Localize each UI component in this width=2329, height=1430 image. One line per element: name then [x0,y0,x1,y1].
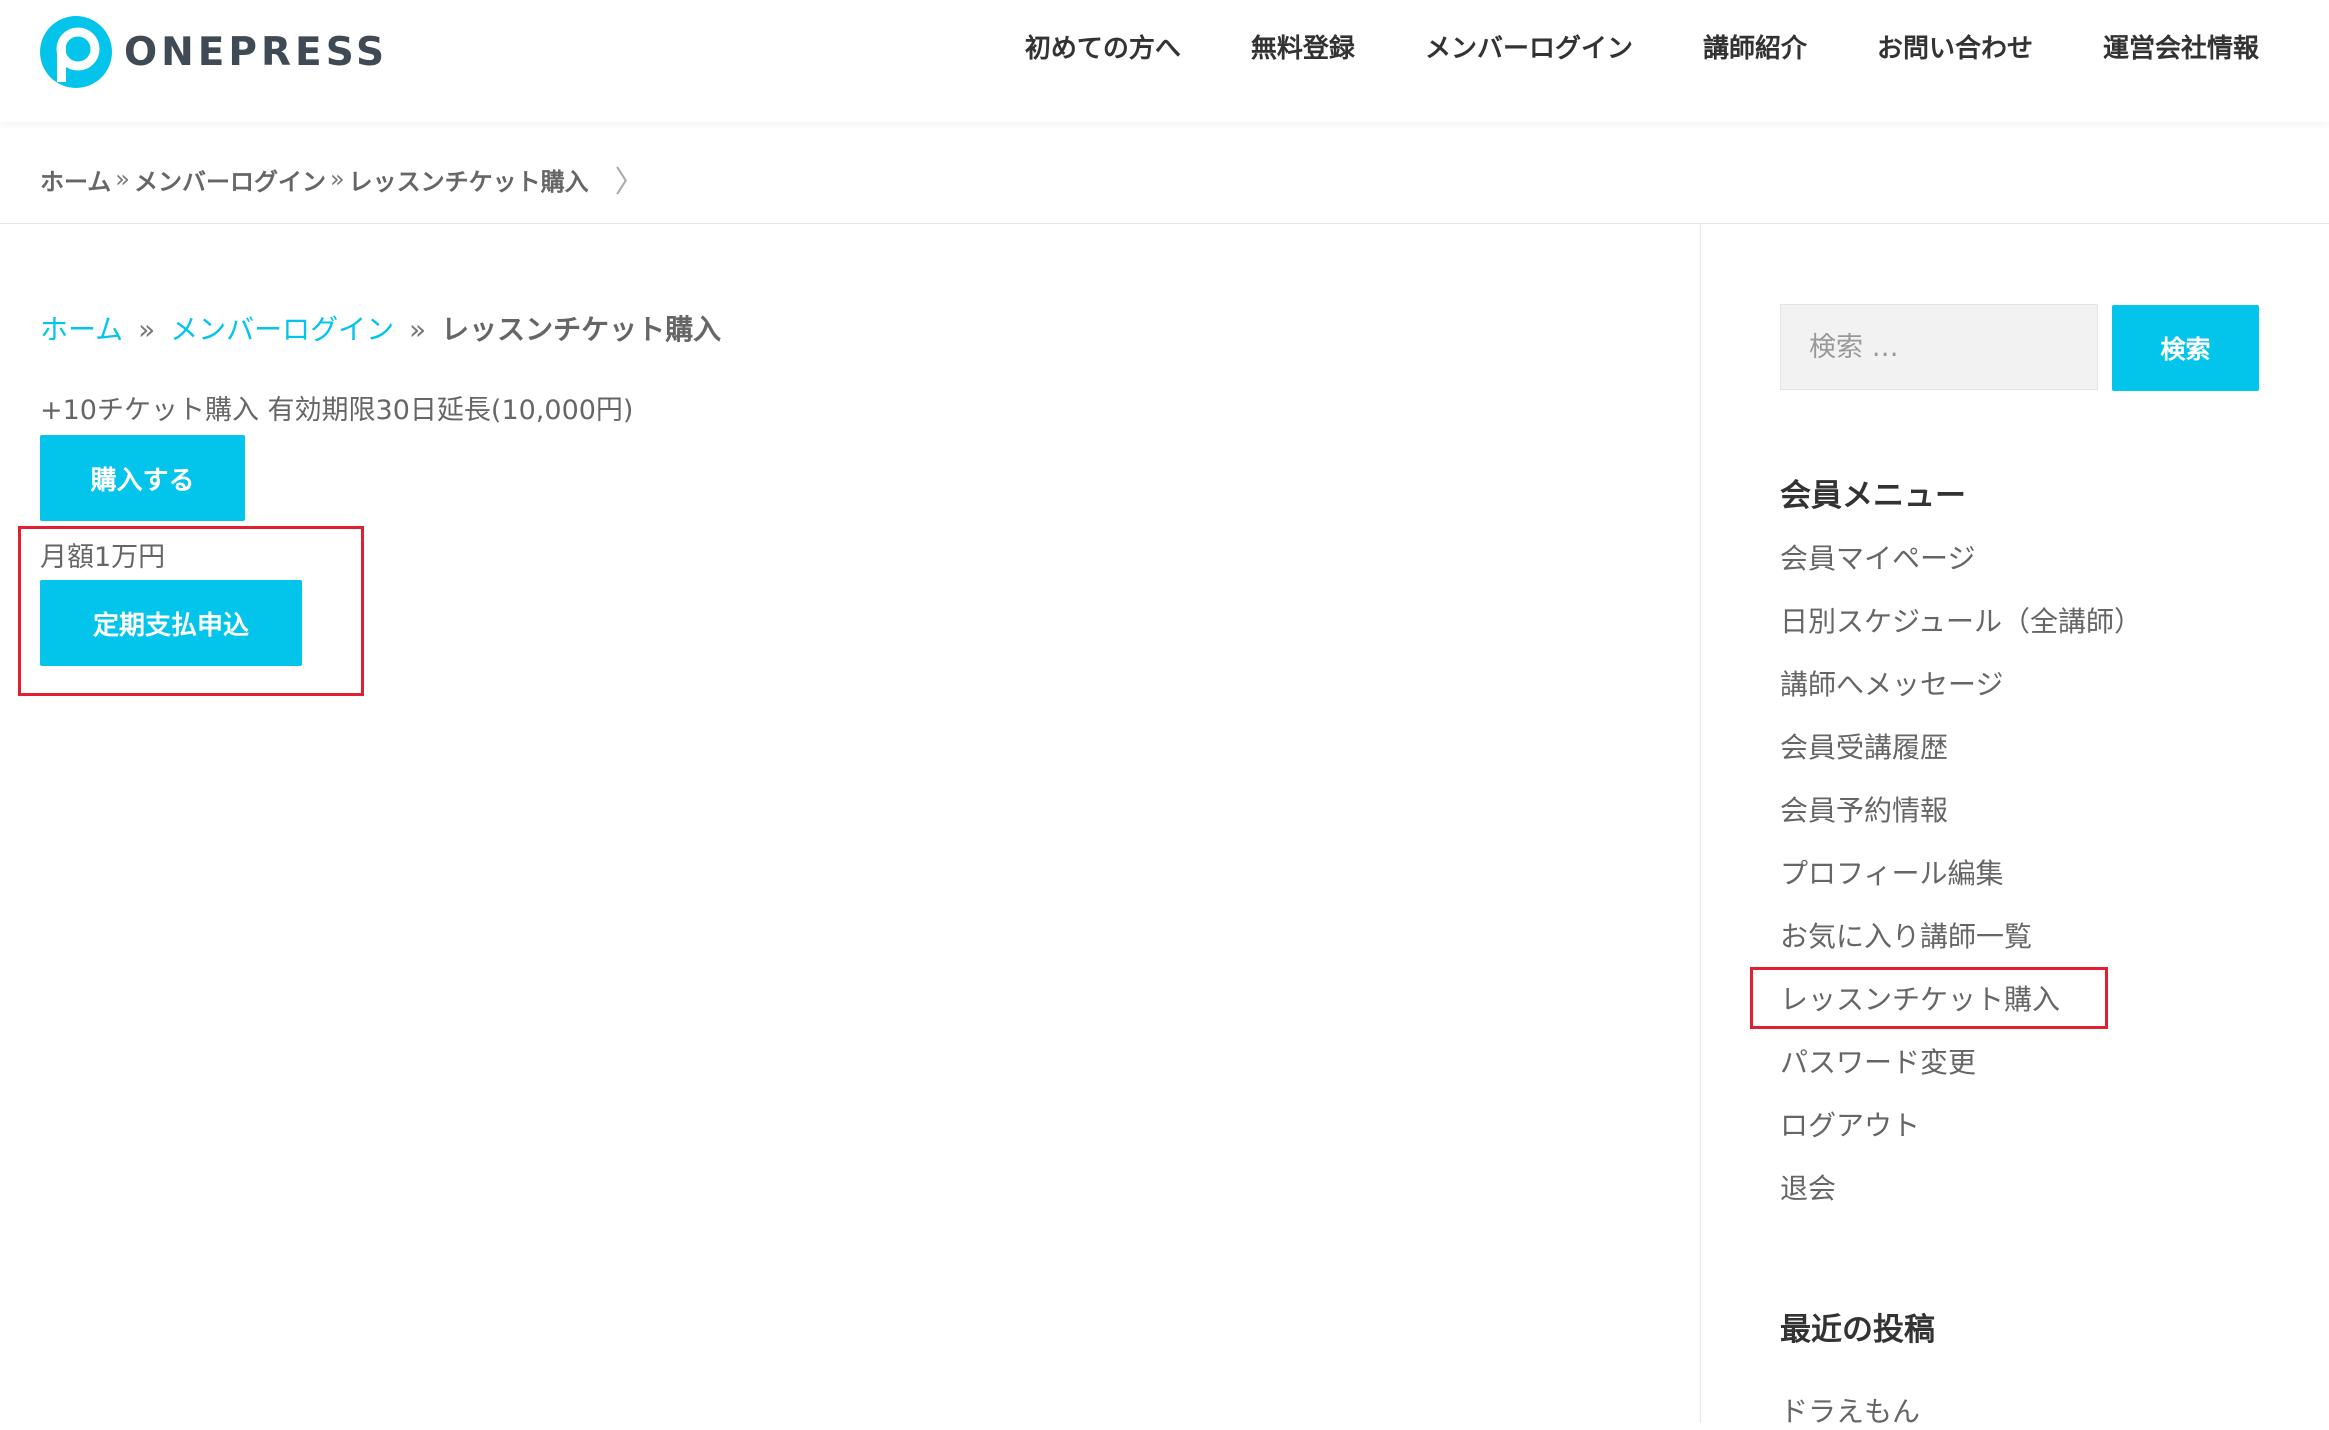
breadcrumb-separator: » [409,313,427,346]
site-logo[interactable]: ONEPRESS [40,16,388,88]
main-nav: 初めての方へ 無料登録 メンバーログイン 講師紹介 お問い合わせ 運営会社情報 [955,28,2259,65]
site-header: ONEPRESS 初めての方へ 無料登録 メンバーログイン 講師紹介 お問い合わ… [0,0,2329,122]
menu-item-message-instructor[interactable]: 講師へメッセージ [1780,663,2142,726]
recent-post-link[interactable]: ドラえもん [1780,1390,1920,1430]
content-breadcrumb: ホーム » メンバーログイン » レッスンチケット購入 [40,308,721,348]
content-breadcrumb-home[interactable]: ホーム [40,313,123,346]
sidebar-divider [1700,224,1701,1423]
search-input[interactable] [1780,304,2098,390]
search-button[interactable]: 検索 [2112,305,2259,391]
breadcrumb-home[interactable]: ホーム [40,162,111,197]
highlight-box-menu-item [1750,967,2108,1029]
member-menu: 会員マイページ 日別スケジュール（全講師） 講師へメッセージ 会員受講履歴 会員… [1780,537,2142,1230]
content-breadcrumb-current: レッスンチケット購入 [441,313,722,346]
recent-posts-list: ドラえもん [1780,1390,1920,1430]
member-menu-title: 会員メニュー [1780,478,1966,514]
nav-item-contact[interactable]: お問い合わせ [1877,28,2033,65]
menu-item-change-password[interactable]: パスワード変更 [1780,1041,2142,1104]
breadcrumb-member-login[interactable]: メンバーログイン [134,162,326,197]
recent-posts-title: 最近の投稿 [1780,1312,1935,1348]
menu-item-withdraw[interactable]: 退会 [1780,1167,2142,1230]
content-breadcrumb-member-login[interactable]: メンバーログイン [170,313,394,346]
menu-item-edit-profile[interactable]: プロフィール編集 [1780,852,2142,915]
onepress-logo-icon [40,16,112,88]
highlight-box-subscription [18,526,364,696]
breadcrumb-separator: » [138,313,156,346]
buy-button[interactable]: 購入する [40,435,245,521]
nav-item-company-info[interactable]: 運営会社情報 [2103,28,2259,65]
menu-item-lesson-history[interactable]: 会員受講履歴 [1780,726,2142,789]
breadcrumb-bar: ホーム » メンバーログイン » レッスンチケット購入 〉 [0,122,2329,224]
menu-item-my-page[interactable]: 会員マイページ [1780,537,2142,600]
menu-item-reservations[interactable]: 会員予約情報 [1780,789,2142,852]
breadcrumb-top: ホーム » メンバーログイン » レッスンチケット購入 〉 [40,157,645,201]
ticket-product-description: +10チケット購入 有効期限30日延長(10,000円) [40,395,634,426]
chevron-right-icon: 〉 [614,165,645,200]
nav-item-member-login[interactable]: メンバーログイン [1425,28,1633,65]
nav-item-instructors[interactable]: 講師紹介 [1703,28,1807,65]
logo-text: ONEPRESS [124,29,389,75]
breadcrumb-separator: » [329,165,345,193]
menu-item-logout[interactable]: ログアウト [1780,1104,2142,1167]
nav-item-free-signup[interactable]: 無料登録 [1251,28,1355,65]
breadcrumb-separator: » [115,165,130,193]
menu-item-daily-schedule[interactable]: 日別スケジュール（全講師） [1780,600,2142,663]
nav-item-first-time[interactable]: 初めての方へ [1025,28,1181,65]
breadcrumb-current: レッスンチケット購入 [348,167,589,196]
